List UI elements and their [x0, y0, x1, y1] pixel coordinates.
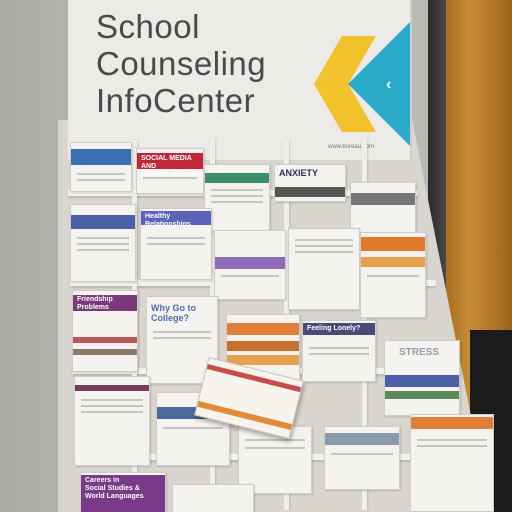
sign-title: School Counseling InfoCenter	[96, 8, 267, 119]
pamphlet[interactable]: Friendship Problems	[72, 290, 138, 372]
pamphlet[interactable]: Healthy Relationships	[140, 208, 212, 280]
pamphlet[interactable]	[70, 142, 132, 192]
pamphlet[interactable]	[360, 232, 426, 318]
photo-scene: School Counseling InfoCenter ‹ www.burea…	[0, 0, 512, 512]
pamphlet-rack: SOCIAL MEDIA AND MENTAL HEALTH ANXIETY H…	[62, 132, 494, 512]
pamphlet[interactable]	[288, 228, 360, 310]
pamphlet[interactable]	[70, 204, 136, 282]
pamphlet[interactable]: SOCIAL MEDIA AND MENTAL HEALTH	[136, 148, 204, 194]
pamphlet[interactable]: Feeling Lonely?	[302, 320, 376, 382]
pamphlet[interactable]	[324, 426, 400, 490]
pamphlet[interactable]	[214, 230, 286, 300]
pamphlet[interactable]: ANXIETY	[274, 164, 346, 202]
pamphlet[interactable]: Careers in Social Studies & World Langua…	[80, 472, 166, 512]
pamphlet[interactable]: STRESS	[384, 340, 460, 416]
pamphlet[interactable]	[74, 376, 150, 466]
pamphlet[interactable]	[410, 414, 494, 512]
pamphlet[interactable]	[204, 164, 270, 232]
arrow-icon: ‹	[386, 76, 392, 93]
pamphlet[interactable]	[350, 182, 416, 234]
pamphlet[interactable]	[172, 484, 254, 512]
